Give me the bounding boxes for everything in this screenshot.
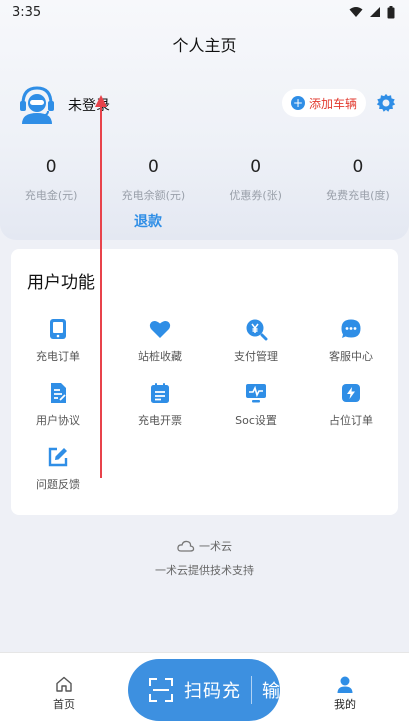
signal-icon	[370, 7, 380, 17]
calendar-icon	[151, 383, 169, 403]
func-user-agreement[interactable]: 用户协议	[10, 381, 106, 428]
stat-value: 0	[352, 157, 364, 177]
page-title: 个人主页	[172, 36, 237, 55]
avatar-headset-icon[interactable]	[18, 84, 56, 124]
tab-label: 首页	[53, 698, 75, 711]
status-time: 3:35	[12, 4, 42, 20]
stat-free-charge[interactable]: 0 免费充电(度)	[307, 157, 409, 203]
edit-icon	[48, 447, 68, 467]
chat-icon	[341, 319, 361, 338]
stat-charge-gold[interactable]: 0 充电金(元)	[0, 157, 102, 203]
cloud-logo-icon	[177, 540, 195, 552]
status-bar: 3:35	[0, 0, 409, 24]
gear-icon[interactable]	[375, 92, 397, 114]
stat-charge-balance[interactable]: 0 充电余额(元)	[102, 157, 204, 203]
plus-icon: +	[290, 96, 305, 110]
stat-value: 0	[250, 157, 262, 177]
func-label: 充电订单	[36, 350, 80, 363]
monitor-icon	[246, 384, 266, 403]
func-label: Soc设置	[235, 414, 277, 427]
scan-separator	[251, 676, 252, 704]
yen-search-icon	[246, 319, 268, 341]
wifi-icon	[349, 7, 363, 17]
tablet-icon	[50, 319, 66, 339]
stat-label: 充电余额(元)	[121, 189, 186, 202]
lightning-icon	[342, 384, 360, 402]
stat-value: 0	[147, 157, 159, 177]
func-feedback[interactable]: 问题反馈	[10, 445, 106, 492]
func-soc-settings[interactable]: Soc设置	[208, 381, 304, 428]
scan-extra-label: 输	[262, 681, 280, 702]
annotation-arrowhead	[95, 95, 107, 107]
battery-icon	[387, 5, 395, 18]
user-functions-card: 用户功能 充电订单 站桩收藏 支付管理 客服中心 用户协议 充电开票 Soc设置…	[11, 249, 398, 515]
func-occupancy-orders[interactable]: 占位订单	[303, 381, 399, 428]
func-label: 用户协议	[36, 414, 80, 427]
func-label: 充电开票	[138, 414, 182, 427]
func-label: 站桩收藏	[138, 350, 182, 363]
func-charge-invoice[interactable]: 充电开票	[112, 381, 208, 428]
support-logo-text: 一术云	[199, 540, 232, 553]
status-icons	[349, 5, 395, 19]
stat-coupons[interactable]: 0 优惠券(张)	[205, 157, 307, 203]
heart-icon	[149, 320, 171, 338]
stat-label: 免费充电(度)	[326, 189, 390, 202]
func-label: 占位订单	[329, 414, 373, 427]
stat-value: 0	[45, 157, 57, 177]
stat-label: 充电金(元)	[24, 189, 78, 202]
func-label: 客服中心	[329, 350, 373, 363]
add-car-label: 添加车辆	[308, 96, 357, 111]
refund-link[interactable]: 退款	[134, 211, 162, 231]
account-stats: 0 充电金(元) 0 充电余额(元) 0 优惠券(张) 0 免费充电(度)	[0, 157, 409, 203]
func-station-favorites[interactable]: 站桩收藏	[112, 317, 208, 364]
support-logo: 一术云	[0, 538, 409, 554]
tab-label: 我的	[334, 698, 356, 711]
tab-home[interactable]: 首页	[34, 675, 94, 712]
func-payment-management[interactable]: 支付管理	[208, 317, 304, 364]
func-charge-orders[interactable]: 充电订单	[10, 317, 106, 364]
add-car-button[interactable]: + 添加车辆	[282, 89, 366, 117]
scan-charge-label: 扫码充	[184, 681, 241, 702]
annotation-line	[100, 98, 102, 478]
support-text: 一术云提供技术支持	[155, 564, 254, 577]
stat-label: 优惠券(张)	[229, 189, 282, 202]
person-icon	[337, 676, 353, 693]
func-label: 问题反馈	[36, 478, 80, 491]
scan-charge-button[interactable]: 扫码充 输	[128, 659, 280, 721]
home-icon	[56, 676, 72, 692]
func-customer-service[interactable]: 客服中心	[303, 317, 399, 364]
document-icon	[51, 383, 66, 403]
func-label: 支付管理	[234, 350, 278, 363]
tab-mine[interactable]: 我的	[315, 675, 375, 712]
section-title: 用户功能	[27, 273, 95, 293]
tech-support: 一术云 一术云提供技术支持	[0, 538, 409, 578]
scan-icon	[149, 678, 173, 702]
